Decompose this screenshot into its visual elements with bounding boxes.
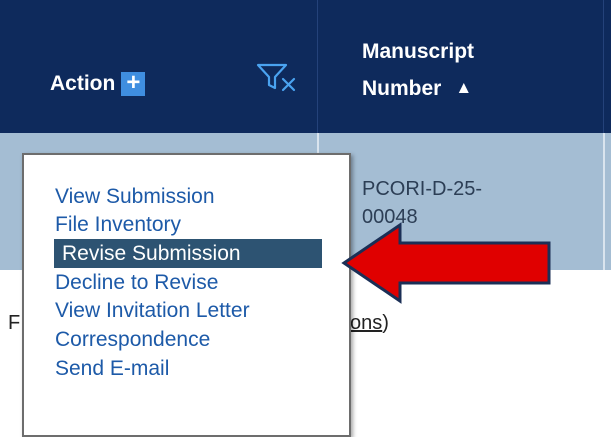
sort-ascending-icon[interactable]: ▲ (455, 70, 472, 106)
expand-plus-icon[interactable]: + (121, 71, 146, 96)
action-dropdown-menu: View Submission File Inventory Revise Su… (22, 153, 351, 437)
header-column-divider (603, 0, 604, 133)
row-column-divider (603, 133, 605, 270)
partial-text-right: ons) (350, 312, 389, 335)
menu-item-view-submission[interactable]: View Submission (55, 182, 215, 211)
manuscript-number-header-line2: Number (362, 77, 442, 100)
manuscript-number-line1: PCORI-D-25- (362, 178, 483, 200)
menu-item-correspondence[interactable]: Correspondence (55, 325, 210, 354)
manuscript-number-column-header[interactable]: Manuscript Number ▲ (362, 34, 474, 107)
menu-item-view-invitation-letter[interactable]: View Invitation Letter (55, 296, 250, 325)
menu-item-file-inventory[interactable]: File Inventory (55, 210, 181, 239)
clear-filter-icon[interactable] (256, 62, 304, 94)
partial-link[interactable]: ons (350, 312, 382, 334)
action-column-label: Action (50, 72, 116, 95)
grid-header: Action + Manuscript Number ▲ (0, 0, 611, 133)
header-column-divider (317, 0, 318, 133)
partial-text-left: F (8, 312, 21, 334)
menu-item-decline-to-revise[interactable]: Decline to Revise (55, 268, 218, 297)
red-arrow-icon (341, 222, 551, 304)
menu-item-send-email[interactable]: Send E-mail (55, 354, 169, 383)
partial-text-tail: ) (382, 312, 389, 334)
manuscript-number-header-line1: Manuscript (362, 40, 475, 63)
action-column-header: Action + (50, 71, 146, 96)
menu-item-revise-submission[interactable]: Revise Submission (54, 239, 322, 268)
